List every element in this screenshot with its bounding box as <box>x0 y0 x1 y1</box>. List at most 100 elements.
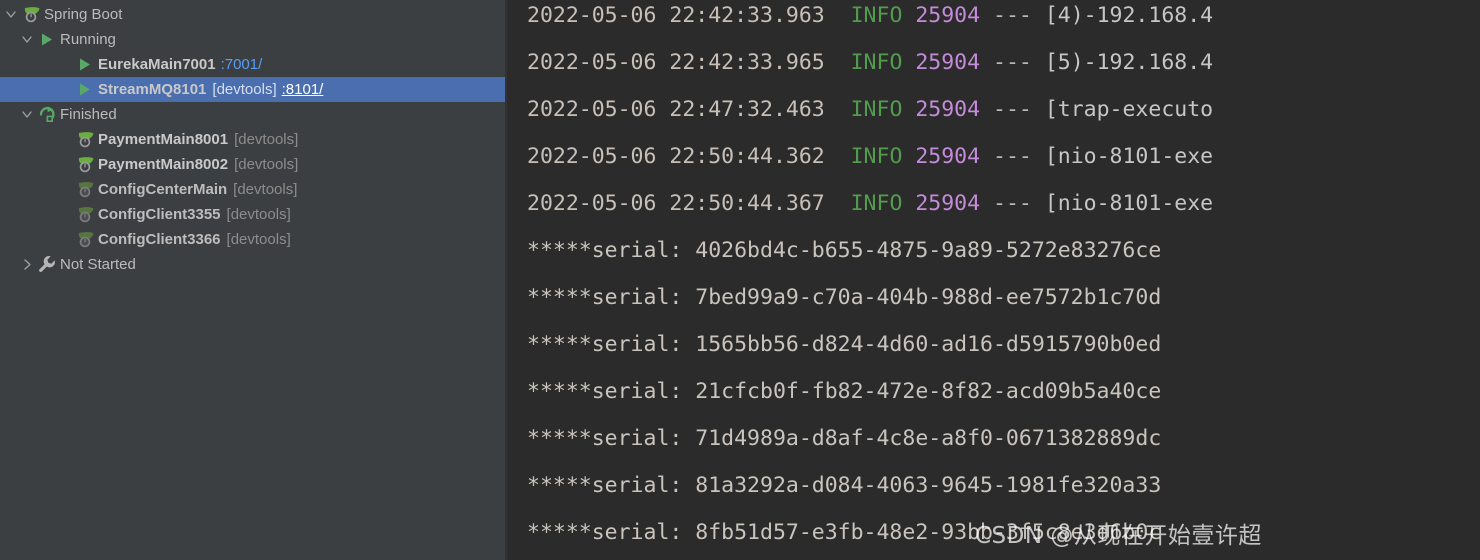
log-line: 2022-05-06 22:47:32.463 INFO 25904 --- [… <box>527 86 1480 133</box>
devtools-tag: [devtools] <box>226 206 291 223</box>
log-line: 2022-05-06 22:50:44.362 INFO 25904 --- [… <box>527 133 1480 180</box>
tree-item-label: Running <box>60 31 116 48</box>
serial-text: *****serial: 81a3292a-d084-4063-9645-198… <box>527 473 1162 498</box>
serial-line: *****serial: 8fb51d57-e3fb-48e2-93bb-3f5… <box>527 509 1480 556</box>
tree-item-label: Not Started <box>60 256 136 273</box>
serial-text: *****serial: 7bed99a9-c70a-404b-988d-ee7… <box>527 285 1162 310</box>
console-output-panel[interactable]: 2022-05-06 22:42:33.963 INFO 25904 --- [… <box>505 0 1480 560</box>
tree-item-label: Spring Boot <box>44 6 123 23</box>
log-space <box>1032 191 1045 216</box>
serial-text: *****serial: 21cfcb0f-fb82-472e-8f82-acd… <box>527 379 1162 404</box>
tree-item-configclient3355[interactable]: ConfigClient3355 [devtools] <box>0 202 505 227</box>
log-pid: 25904 <box>915 3 981 28</box>
tree-item-spring-boot[interactable]: Spring Boot <box>0 2 505 27</box>
port-link[interactable]: :7001/ <box>221 52 263 77</box>
port-link[interactable]: :8101/ <box>282 77 324 102</box>
devtools-tag: [devtools] <box>233 181 298 198</box>
twisty-placeholder <box>58 177 74 202</box>
serial-line: *****serial: 1565bb56-d824-4d60-ad16-d59… <box>527 321 1480 368</box>
chevron-down-icon[interactable] <box>20 27 36 52</box>
log-space <box>825 97 851 122</box>
log-level: INFO <box>850 191 903 216</box>
serial-line: *****serial: 71d4989a-d8af-4c8e-a8f0-067… <box>527 415 1480 462</box>
log-space <box>1032 97 1045 122</box>
log-pid: 25904 <box>915 144 981 169</box>
devtools-tag: [devtools] <box>212 81 277 98</box>
log-space <box>825 144 851 169</box>
wrench-icon <box>36 252 58 277</box>
twisty-placeholder <box>58 202 74 227</box>
tree-item-label: ConfigClient3355 <box>98 206 221 223</box>
log-level: INFO <box>850 3 903 28</box>
chevron-down-icon[interactable] <box>20 102 36 127</box>
tree-item-not-started[interactable]: Not Started <box>0 252 505 277</box>
log-space <box>980 191 993 216</box>
tree-item-label: ConfigCenterMain <box>98 181 228 198</box>
log-space <box>1032 50 1045 75</box>
log-timestamp: 2022-05-06 22:50:44.362 <box>527 144 825 169</box>
log-timestamp: 2022-05-06 22:42:33.965 <box>527 50 825 75</box>
log-space <box>825 191 851 216</box>
log-space <box>902 50 915 75</box>
run-dashboard-tree[interactable]: Spring Boot Running EurekaMain7001 :7001/St… <box>0 0 505 560</box>
log-separator: --- <box>993 144 1032 169</box>
twisty-placeholder <box>58 152 74 177</box>
log-space <box>902 97 915 122</box>
tree-item-eurekamain7001[interactable]: EurekaMain7001 :7001/ <box>0 52 505 77</box>
tree-item-label: Finished <box>60 106 117 123</box>
run-green-triangle-icon <box>74 52 96 77</box>
tree-item-label: EurekaMain7001 <box>98 56 216 73</box>
spring-boot-icon <box>74 127 96 152</box>
spring-boot-icon <box>74 177 96 202</box>
log-thread: [5)-192.168.4 <box>1044 50 1214 75</box>
tree-item-streammq8101[interactable]: StreamMQ8101 [devtools] :8101/ <box>0 77 505 102</box>
log-thread: [4)-192.168.4 <box>1044 3 1214 28</box>
tree-item-configclient3366[interactable]: ConfigClient3366 [devtools] <box>0 227 505 252</box>
log-space <box>902 3 915 28</box>
serial-text: *****serial: 4026bd4c-b655-4875-9a89-527… <box>527 238 1162 263</box>
devtools-tag: [devtools] <box>234 131 299 148</box>
tree-item-label: StreamMQ8101 <box>98 81 207 98</box>
twisty-placeholder <box>58 127 74 152</box>
twisty-placeholder <box>58 227 74 252</box>
run-green-triangle-icon <box>36 27 58 52</box>
log-space <box>902 144 915 169</box>
log-level: INFO <box>850 144 903 169</box>
serial-text: *****serial: 1565bb56-d824-4d60-ad16-d59… <box>527 332 1162 357</box>
log-line: 2022-05-06 22:42:33.965 INFO 25904 --- [… <box>527 39 1480 86</box>
tree-item-finished[interactable]: Finished <box>0 102 505 127</box>
log-separator: --- <box>993 50 1032 75</box>
log-separator: --- <box>993 191 1032 216</box>
log-space <box>980 97 993 122</box>
log-timestamp: 2022-05-06 22:47:32.463 <box>527 97 825 122</box>
run-green-triangle-icon <box>74 77 96 102</box>
chevron-right-icon[interactable] <box>20 252 36 277</box>
serial-text: *****serial: 8fb51d57-e3fb-48e2-93bb-3f5… <box>527 520 1162 545</box>
tree-item-paymentmain8001[interactable]: PaymentMain8001 [devtools] <box>0 127 505 152</box>
serial-text: *****serial: 71d4989a-d8af-4c8e-a8f0-067… <box>527 426 1162 451</box>
rerun-green-arrow-icon <box>36 102 58 127</box>
log-separator: --- <box>993 97 1032 122</box>
log-space <box>902 191 915 216</box>
log-thread: [nio-8101-exe <box>1044 191 1214 216</box>
log-timestamp: 2022-05-06 22:42:33.963 <box>527 3 825 28</box>
run-dashboard-window: Spring Boot Running EurekaMain7001 :7001/St… <box>0 0 1480 560</box>
log-space <box>980 144 993 169</box>
tree-item-configcentermain[interactable]: ConfigCenterMain [devtools] <box>0 177 505 202</box>
log-space <box>1032 144 1045 169</box>
tree-item-paymentmain8002[interactable]: PaymentMain8002 [devtools] <box>0 152 505 177</box>
tree-item-running[interactable]: Running <box>0 27 505 52</box>
log-level: INFO <box>850 97 903 122</box>
serial-line: *****serial: 81a3292a-d084-4063-9645-198… <box>527 462 1480 509</box>
chevron-down-icon[interactable] <box>4 2 20 27</box>
twisty-placeholder <box>58 52 74 77</box>
tree-item-label: PaymentMain8002 <box>98 156 229 173</box>
log-space <box>825 50 851 75</box>
tree-item-label: PaymentMain8001 <box>98 131 229 148</box>
log-pid: 25904 <box>915 50 981 75</box>
log-timestamp: 2022-05-06 22:50:44.367 <box>527 191 825 216</box>
log-line: 2022-05-06 22:50:44.367 INFO 25904 --- [… <box>527 180 1480 227</box>
spring-boot-icon <box>74 227 96 252</box>
log-pid: 25904 <box>915 97 981 122</box>
log-space <box>980 3 993 28</box>
